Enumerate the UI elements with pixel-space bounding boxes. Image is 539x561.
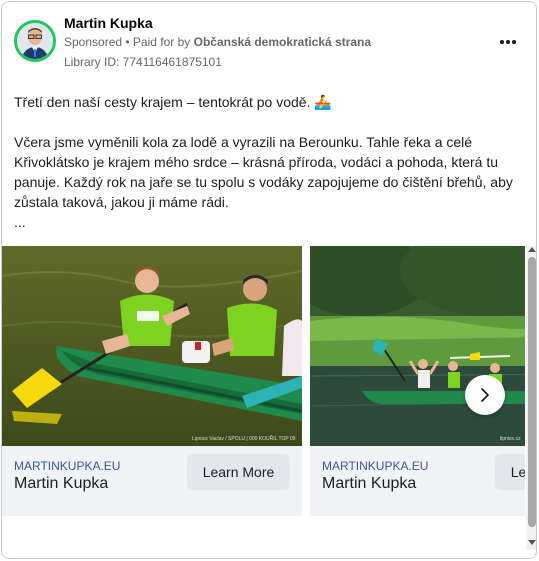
learn-more-button[interactable]: Learn More — [495, 454, 525, 490]
see-more-ellipsis[interactable]: ... — [14, 212, 519, 232]
post-text: Třetí den naší cesty krajem – tentokrát … — [14, 92, 519, 232]
photo-credit: lipnice.cz — [500, 436, 521, 442]
card-photo-1[interactable]: Lipnice Vaclav / SPOLU | 000 KOUŘIL TOP … — [2, 246, 302, 446]
post-line-1: Třetí den naší cesty krajem – tentokrát … — [14, 94, 332, 110]
carousel-next-button[interactable] — [465, 375, 505, 415]
dot — [500, 40, 504, 44]
scrollbar-thumb[interactable] — [528, 257, 536, 527]
dot — [506, 40, 510, 44]
more-options-button[interactable] — [497, 32, 519, 52]
paid-for-prefix: • Paid for by — [122, 35, 194, 49]
card-domain[interactable]: MARTINKUPKA.EU — [322, 459, 428, 473]
learn-more-button[interactable]: Learn More — [187, 454, 290, 490]
advertiser-name[interactable]: Martin Kupka — [64, 15, 153, 31]
sponsored-line: Sponsored • Paid for by Občanská demokra… — [64, 35, 371, 49]
card-domain[interactable]: MARTINKUPKA.EU — [14, 459, 120, 473]
paid-by-name[interactable]: Občanská demokratická strana — [194, 35, 371, 49]
carousel-card-1[interactable]: Lipnice Vaclav / SPOLU | 000 KOUŘIL TOP … — [2, 246, 302, 516]
card-title[interactable]: Martin Kupka — [14, 475, 108, 493]
scroll-up-arrow[interactable] — [528, 247, 536, 252]
advertiser-avatar[interactable] — [14, 20, 56, 62]
ad-card: Martin Kupka Sponsored • Paid for by Obč… — [1, 1, 537, 559]
library-id: Library ID: 774116461875101 — [64, 55, 222, 69]
sponsored-label: Sponsored — [64, 35, 123, 49]
card-photo-2[interactable]: lipnice.cz — [310, 246, 525, 446]
dot — [512, 40, 516, 44]
ad-carousel[interactable]: Lipnice Vaclav / SPOLU | 000 KOUŘIL TOP … — [2, 246, 525, 516]
scroll-down-arrow[interactable] — [528, 540, 536, 545]
chevron-right-icon — [481, 388, 489, 402]
photo-credit: Lipnice Vaclav / SPOLU | 000 KOUŘIL TOP … — [192, 436, 296, 442]
post-paragraph: Včera jsme vyměnili kola za lodě a vyraz… — [14, 134, 513, 210]
card-title[interactable]: Martin Kupka — [322, 475, 416, 493]
